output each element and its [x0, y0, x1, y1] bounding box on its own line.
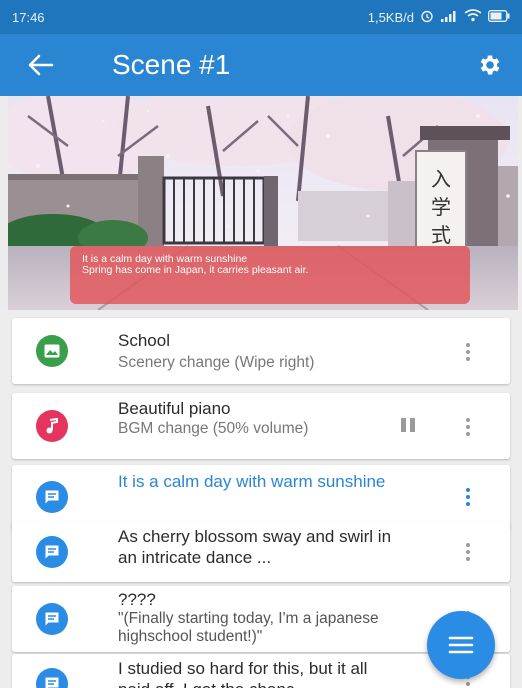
message-icon — [36, 603, 68, 635]
list-item-text: Beautiful piano BGM change (50% volume) — [118, 399, 318, 438]
status-indicators: 1,5KB/d — [368, 9, 510, 26]
list-item-text: As cherry blossom sway and swirl in an i… — [118, 526, 398, 568]
list-item-message-active[interactable]: It is a calm day with warm sunshine — [12, 465, 510, 529]
list-item-subtitle: "(Finally starting today, I'm a japanese… — [118, 610, 379, 645]
back-button[interactable] — [14, 34, 68, 96]
arrow-left-icon — [28, 54, 54, 76]
more-options-button[interactable] — [460, 340, 476, 364]
list-item-text: I studied so hard for this, but it all p… — [118, 658, 398, 688]
list-item-title: It is a calm day with warm sunshine — [118, 472, 386, 491]
more-options-button[interactable] — [460, 540, 476, 564]
caption-overlay: It is a calm day with warm sunshine Spri… — [70, 246, 470, 304]
gear-icon — [480, 55, 500, 75]
list-item-text: It is a calm day with warm sunshine — [118, 471, 398, 492]
list-item-bgm-change[interactable]: Beautiful piano BGM change (50% volume) — [12, 393, 510, 459]
list-item-title: Beautiful piano — [118, 399, 231, 418]
caption-line-2: Spring has come in Japan, it carries ple… — [82, 264, 309, 276]
list-item-title: As cherry blossom sway and swirl in an i… — [118, 527, 392, 567]
scene-preview-image: 入 学 式 It is a calm day with warm sunshin… — [8, 96, 518, 310]
more-options-button[interactable] — [460, 485, 476, 509]
status-bar: 17:46 1,5KB/d — [0, 0, 522, 34]
sign-char-3: 式 — [431, 223, 451, 247]
list-item-text: ???? "(Finally starting today, I'm a jap… — [118, 590, 418, 646]
list-item-subtitle: BGM change (50% volume) — [118, 420, 309, 437]
list-item-title: I studied so hard for this, but it all p… — [118, 659, 368, 688]
list-item-text: School Scenery change (Wipe right) — [118, 331, 398, 372]
list-item-subtitle: Scenery change (Wipe right) — [118, 354, 315, 371]
sign-char-2: 学 — [431, 195, 451, 219]
add-event-fab[interactable] — [427, 611, 495, 679]
signal-icon — [440, 10, 458, 25]
status-time: 17:46 — [12, 9, 45, 25]
pause-icon — [401, 418, 406, 432]
menu-lines-icon — [448, 636, 474, 654]
pause-button[interactable] — [398, 415, 418, 435]
app-bar: Scene #1 — [0, 34, 522, 96]
image-icon — [36, 335, 68, 367]
list-item-scenery-change[interactable]: School Scenery change (Wipe right) — [12, 318, 510, 384]
alarm-icon — [420, 9, 434, 26]
more-options-button[interactable] — [460, 415, 476, 439]
wifi-icon — [464, 9, 482, 25]
list-item-title: School — [118, 331, 170, 350]
list-item-message[interactable]: As cherry blossom sway and swirl in an i… — [12, 522, 510, 582]
page-title: Scene #1 — [112, 49, 231, 80]
message-icon — [36, 668, 68, 688]
message-icon — [36, 536, 68, 568]
network-speed: 1,5KB/d — [367, 9, 414, 25]
message-icon — [36, 481, 68, 513]
sign-char-1: 入 — [431, 167, 451, 191]
music-note-icon — [36, 410, 68, 442]
list-item-title: ???? — [118, 590, 156, 609]
settings-button[interactable] — [472, 47, 508, 83]
battery-icon — [488, 9, 510, 25]
